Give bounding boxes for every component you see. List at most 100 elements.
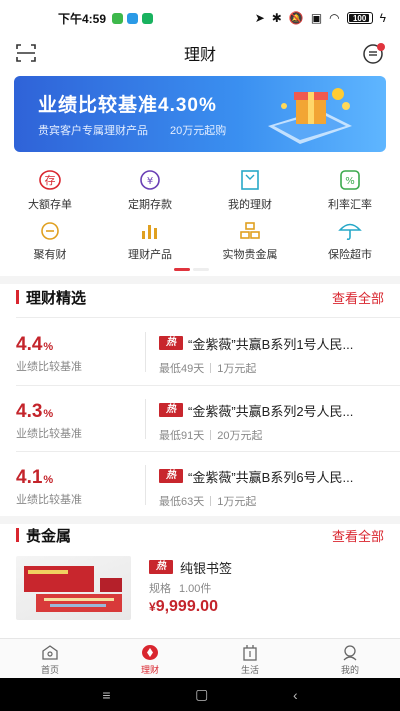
banner-rate: 4.30% bbox=[158, 95, 217, 116]
profile-icon bbox=[343, 645, 357, 661]
product-name: “金紫薇”共赢B系列1号人民... bbox=[188, 337, 354, 352]
product-meta: 最低91天 20万元起 bbox=[159, 427, 263, 443]
banner-sub-right: 20万元起购 bbox=[170, 125, 227, 137]
home-button-icon[interactable]: ▢ bbox=[195, 686, 208, 703]
battery-icon: 100 bbox=[346, 12, 373, 24]
hot-badge: 热 bbox=[159, 469, 183, 483]
pager-dot-active bbox=[174, 268, 190, 271]
svg-text:¥: ¥ bbox=[147, 176, 153, 187]
status-time: 下午4:59 bbox=[58, 11, 107, 26]
menu-ju-you-cai[interactable]: 聚有财 bbox=[0, 218, 100, 268]
product-item[interactable]: 4.3% 业绩比较基准 热 “金紫薇”共赢B系列2号人民... 最低91天 20万… bbox=[0, 387, 400, 451]
umbrella-icon bbox=[337, 218, 363, 242]
spec-value: 1.00件 bbox=[179, 583, 212, 595]
product-spec: 规格 1.00件 bbox=[149, 580, 211, 596]
back-icon[interactable]: ‹ bbox=[293, 687, 298, 703]
quick-menu: 存 大额存单 ¥ 定期存款 我的理财 % 利率汇率 聚有财 理财产品 实物贵金属… bbox=[0, 168, 400, 268]
hot-badge: 热 bbox=[149, 560, 173, 574]
divider bbox=[16, 385, 400, 386]
section-title: 贵金属 bbox=[26, 527, 72, 545]
home-icon bbox=[42, 645, 58, 660]
menu-icon[interactable]: ≡ bbox=[102, 687, 110, 703]
bottom-tab-bar: 首页 理财 生活 我的 bbox=[0, 638, 400, 678]
promo-banner[interactable]: 业绩比较基准4.30% 贵宾客户专属理财产品 20万元起购 bbox=[14, 76, 386, 152]
section-accent-bar bbox=[16, 290, 19, 304]
product-price: ¥9,999.00 bbox=[149, 598, 218, 615]
gift-box-illustration bbox=[268, 88, 352, 144]
menu-label: 利率汇率 bbox=[328, 199, 372, 211]
menu-physical-metals[interactable]: 实物贵金属 bbox=[200, 218, 300, 268]
chart-icon bbox=[137, 218, 163, 242]
tab-life[interactable]: 生活 bbox=[200, 639, 300, 678]
view-all-wealth-link[interactable]: 查看全部 bbox=[332, 288, 384, 307]
banner-headline-text: 业绩比较基准 bbox=[38, 95, 159, 116]
metal-product-item[interactable]: 热 纯银书签 规格 1.00件 ¥9,999.00 bbox=[0, 556, 400, 626]
product-minimum: 1万元起 bbox=[217, 363, 257, 375]
menu-my-wealth[interactable]: 我的理财 bbox=[200, 168, 300, 218]
section-title: 理财精选 bbox=[26, 289, 87, 307]
banner-subtitle: 贵宾客户专属理财产品 20万元起购 bbox=[38, 122, 226, 138]
sim-icon: ▣ bbox=[310, 11, 323, 25]
menu-insurance[interactable]: 保险超市 bbox=[300, 218, 400, 268]
fixed-deposit-icon: ¥ bbox=[137, 168, 163, 192]
pager-dot bbox=[193, 268, 209, 271]
location-icon: ➤ bbox=[254, 11, 265, 25]
divider bbox=[16, 317, 400, 318]
tab-label: 我的 bbox=[340, 665, 359, 675]
bluetooth-icon: ✱ bbox=[271, 11, 282, 25]
product-name: 纯银书签 bbox=[180, 561, 233, 576]
menu-label: 定期存款 bbox=[128, 199, 172, 211]
life-icon bbox=[243, 645, 257, 661]
wealth-icon bbox=[142, 645, 158, 660]
product-item[interactable]: 4.4% 业绩比较基准 热 “金紫薇”共赢B系列1号人民... 最低49天 1万元… bbox=[0, 320, 400, 384]
product-term: 最低63天 bbox=[159, 496, 205, 508]
tab-wealth[interactable]: 理财 bbox=[100, 639, 200, 678]
product-meta: 最低63天 1万元起 bbox=[159, 493, 256, 509]
app-notification-icon bbox=[142, 12, 154, 24]
tab-home[interactable]: 首页 bbox=[0, 639, 100, 678]
deposit-icon: 存 bbox=[37, 168, 63, 192]
menu-wealth-products[interactable]: 理财产品 bbox=[100, 218, 200, 268]
menu-rates[interactable]: % 利率汇率 bbox=[300, 168, 400, 218]
divider bbox=[145, 399, 146, 439]
product-thumbnail bbox=[16, 556, 131, 620]
product-name: “金紫薇”共赢B系列2号人民... bbox=[188, 404, 354, 419]
menu-pager bbox=[174, 268, 209, 271]
view-all-metal-link[interactable]: 查看全部 bbox=[332, 526, 384, 545]
product-name: “金紫薇”共赢B系列6号人民... bbox=[188, 470, 354, 485]
spec-label: 规格 bbox=[149, 583, 171, 595]
page-title: 理财 bbox=[183, 47, 216, 64]
gold-bars-icon bbox=[237, 218, 263, 242]
hot-badge: 热 bbox=[159, 403, 183, 417]
divider bbox=[145, 332, 146, 372]
product-rate-label: 业绩比较基准 bbox=[16, 494, 82, 506]
banner-sub-left: 贵宾客户专属理财产品 bbox=[38, 125, 148, 137]
menu-label: 大额存单 bbox=[28, 199, 72, 211]
product-item[interactable]: 4.1% 业绩比较基准 热 “金紫薇”共赢B系列6号人民... 最低63天 1万元… bbox=[0, 453, 400, 517]
product-term: 最低91天 bbox=[159, 430, 205, 442]
product-minimum: 20万元起 bbox=[217, 430, 263, 442]
product-meta: 最低49天 1万元起 bbox=[159, 360, 256, 376]
product-rate-label: 业绩比较基准 bbox=[16, 428, 82, 440]
telegram-icon bbox=[127, 12, 139, 24]
top-nav: 理财 bbox=[0, 36, 400, 70]
wifi-icon: ◠ bbox=[329, 11, 340, 25]
product-rate: 4.1% bbox=[16, 467, 54, 488]
section-accent-bar bbox=[16, 528, 19, 542]
status-bar: 下午4:59 ➤ ✱ 🔕 ▣ ◠ 100 ϟ bbox=[0, 0, 400, 36]
system-nav-bar: ≡ ▢ ‹ bbox=[0, 678, 400, 711]
tab-label: 理财 bbox=[140, 665, 159, 675]
product-rate: 4.4% bbox=[16, 334, 54, 355]
my-wealth-icon bbox=[237, 168, 263, 192]
hot-badge: 热 bbox=[159, 336, 183, 350]
menu-large-deposit[interactable]: 存 大额存单 bbox=[0, 168, 100, 218]
wechat-icon bbox=[112, 12, 124, 24]
product-minimum: 1万元起 bbox=[217, 496, 257, 508]
divider bbox=[16, 451, 400, 452]
charging-icon: ϟ bbox=[379, 11, 386, 25]
tab-profile[interactable]: 我的 bbox=[300, 639, 400, 678]
scan-icon[interactable] bbox=[16, 44, 36, 62]
message-icon[interactable] bbox=[362, 42, 386, 64]
svg-text:存: 存 bbox=[45, 173, 56, 187]
menu-fixed-deposit[interactable]: ¥ 定期存款 bbox=[100, 168, 200, 218]
